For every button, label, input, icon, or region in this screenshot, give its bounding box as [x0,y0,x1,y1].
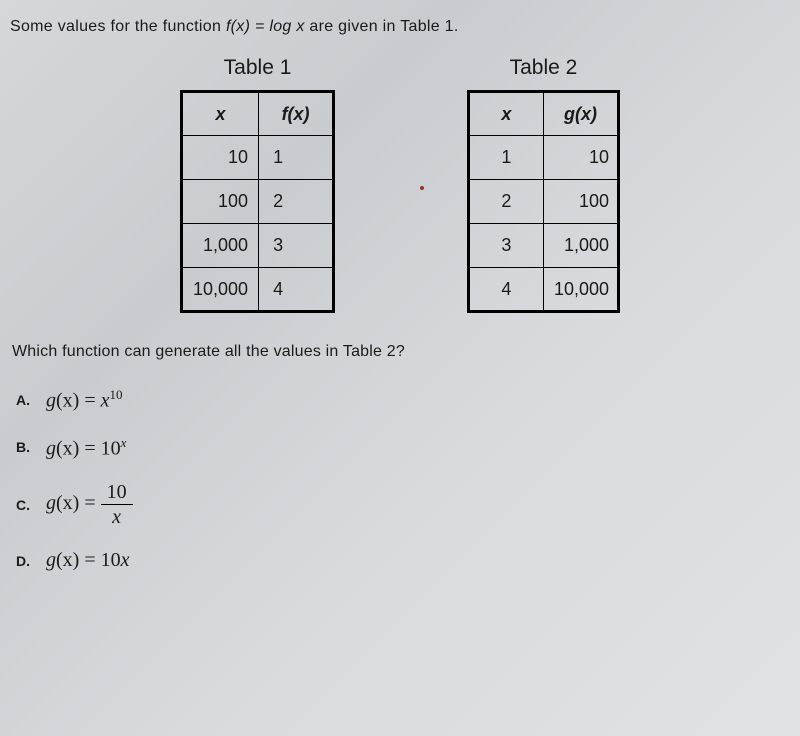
option-a-label: A. [16,392,46,408]
table-row: x f(x) [182,92,334,136]
table1-block: Table 1 x f(x) 10 1 100 2 1,000 3 10,000… [180,56,335,313]
table2-cell: 10 [543,136,618,180]
intro-text: Some values for the function f(x) = log … [10,18,790,36]
fraction: 10 x [101,482,133,527]
table1: x f(x) 10 1 100 2 1,000 3 10,000 4 [180,90,335,313]
option-b-formula: g(x) = 10x [46,435,126,461]
table2-cell: 1 [468,136,543,180]
table2-header-g: g(x) [543,92,618,136]
options-container: A. g(x) = x10 B. g(x) = 10x C. g(x) = 10… [10,387,790,572]
table2-header-x: x [468,92,543,136]
table-row: 10 1 [182,136,334,180]
table2-cell: 4 [468,268,543,312]
tables-container: Table 1 x f(x) 10 1 100 2 1,000 3 10,000… [10,56,790,313]
table-row: 100 2 [182,180,334,224]
table2: x g(x) 1 10 2 100 3 1,000 4 10,000 [467,90,620,313]
table2-cell: 2 [468,180,543,224]
table-row: 10,000 4 [182,268,334,312]
question-text: Which function can generate all the valu… [12,343,790,361]
table1-header-x: x [182,92,259,136]
option-a-formula: g(x) = x10 [46,387,123,413]
option-c-label: C. [16,497,46,513]
table1-cell: 4 [259,268,334,312]
table2-title: Table 2 [510,56,578,80]
table1-cell: 2 [259,180,334,224]
option-d-label: D. [16,553,46,569]
table-row: 1 10 [468,136,618,180]
option-b-label: B. [16,439,46,455]
table-row: x g(x) [468,92,618,136]
table1-cell: 10 [182,136,259,180]
intro-function: f(x) = log x [226,18,305,35]
intro-prefix: Some values for the function [10,18,226,35]
red-dot-mark [420,186,424,190]
table1-cell: 10,000 [182,268,259,312]
intro-suffix: are given in Table 1. [305,18,459,35]
table1-header-f: f(x) [259,92,334,136]
option-c-formula: g(x) = 10 x [46,482,133,527]
table1-cell: 1,000 [182,224,259,268]
table1-cell: 100 [182,180,259,224]
table1-cell: 3 [259,224,334,268]
table-row: 3 1,000 [468,224,618,268]
table-row: 1,000 3 [182,224,334,268]
option-c[interactable]: C. g(x) = 10 x [16,482,790,527]
option-a[interactable]: A. g(x) = x10 [16,387,790,413]
option-d-formula: g(x) = 10x [46,549,130,572]
table-row: 2 100 [468,180,618,224]
table1-title: Table 1 [224,56,292,80]
option-b[interactable]: B. g(x) = 10x [16,435,790,461]
table2-cell: 3 [468,224,543,268]
table1-cell: 1 [259,136,334,180]
table2-cell: 1,000 [543,224,618,268]
table2-block: Table 2 x g(x) 1 10 2 100 3 1,000 4 10,0… [467,56,620,313]
table2-cell: 10,000 [543,268,618,312]
table-row: 4 10,000 [468,268,618,312]
table2-cell: 100 [543,180,618,224]
option-d[interactable]: D. g(x) = 10x [16,549,790,572]
